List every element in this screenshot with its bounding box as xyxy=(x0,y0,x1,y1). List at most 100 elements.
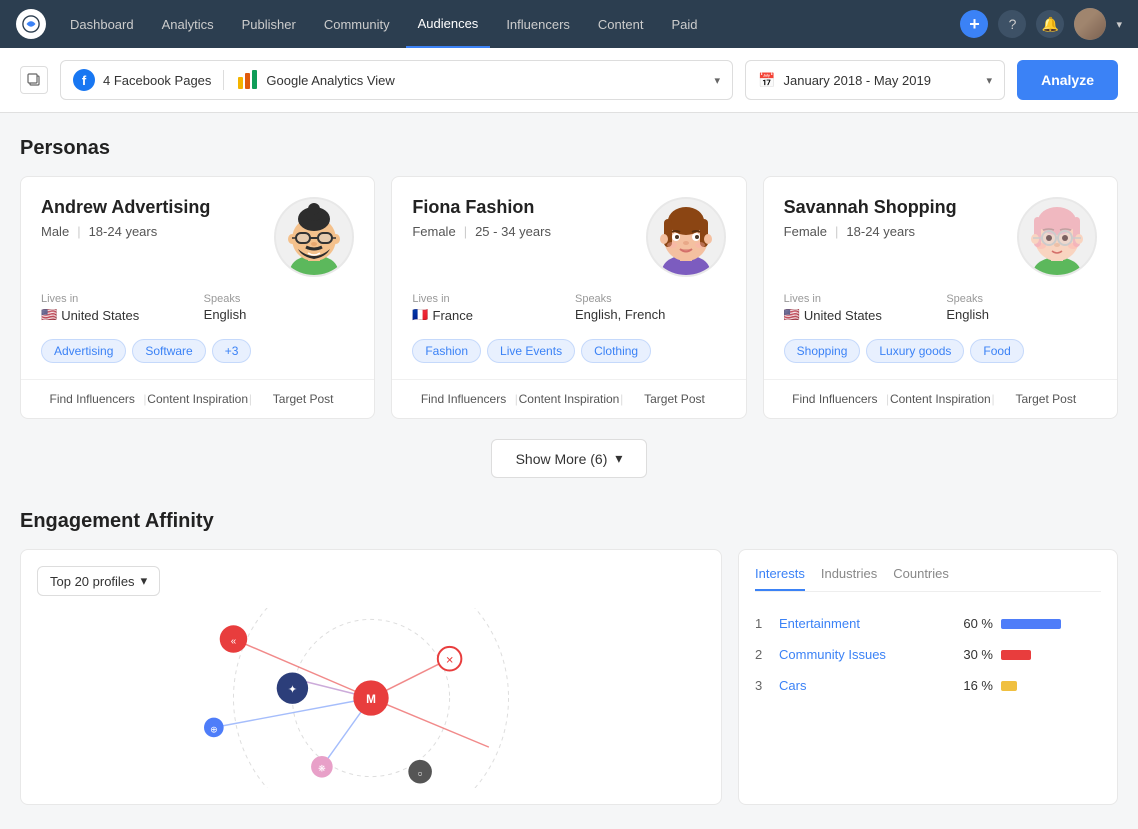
persona-info-andrew: Andrew Advertising Male | 18-24 years xyxy=(41,197,274,239)
andrew-content-inspiration[interactable]: Content Inspiration xyxy=(146,392,248,406)
interest-bar-2 xyxy=(1001,681,1017,691)
andrew-tags: Advertising Software +3 xyxy=(21,339,374,379)
interest-row-1: 2 Community Issues 30 % xyxy=(755,639,1101,670)
fiona-flag: 🇫🇷 xyxy=(412,307,428,323)
fiona-age: 25 - 34 years xyxy=(475,224,551,239)
nav-audiences[interactable]: Audiences xyxy=(406,0,491,48)
chart-toolbar: Top 20 profiles ▾ xyxy=(37,566,705,596)
persona-header-andrew: Andrew Advertising Male | 18-24 years xyxy=(21,177,374,293)
interest-rank-2: 3 xyxy=(755,678,771,693)
savannah-target-post[interactable]: Target Post xyxy=(995,392,1097,406)
show-more-container: Show More (6) ▾ xyxy=(20,439,1118,478)
savannah-country: United States xyxy=(804,308,882,323)
savannah-flag: 🇺🇸 xyxy=(784,307,800,323)
persona-details-fiona: Lives in 🇫🇷 France Speaks English, Frenc… xyxy=(392,293,745,339)
main-content: Personas Andrew Advertising Male | 18-24… xyxy=(0,113,1138,829)
nav-publisher[interactable]: Publisher xyxy=(230,0,308,48)
persona-info-fiona: Fiona Fashion Female | 25 - 34 years xyxy=(412,197,645,239)
nav-dashboard[interactable]: Dashboard xyxy=(58,0,146,48)
interest-name-2[interactable]: Cars xyxy=(779,678,945,693)
savannah-find-influencers[interactable]: Find Influencers xyxy=(784,392,886,406)
fiona-gender: Female xyxy=(412,224,455,239)
nav-influencers[interactable]: Influencers xyxy=(494,0,582,48)
savannah-tag-1: Luxury goods xyxy=(866,339,964,363)
nav-paid[interactable]: Paid xyxy=(659,0,709,48)
data-source-selector[interactable]: f 4 Facebook Pages Google Analytics View… xyxy=(60,60,733,100)
persona-card-savannah: Savannah Shopping Female | 18-24 years xyxy=(763,176,1118,419)
notifications-icon[interactable]: 🔔 xyxy=(1036,10,1064,38)
profiles-dropdown[interactable]: Top 20 profiles ▾ xyxy=(37,566,160,596)
persona-name-fiona: Fiona Fashion xyxy=(412,197,645,218)
persona-meta-andrew: Male | 18-24 years xyxy=(41,224,274,239)
svg-text:M: M xyxy=(366,693,376,706)
andrew-location: Lives in 🇺🇸 United States xyxy=(41,293,192,323)
calendar-icon: 📅 xyxy=(758,72,775,89)
andrew-target-post[interactable]: Target Post xyxy=(252,392,354,406)
fiona-content-inspiration[interactable]: Content Inspiration xyxy=(518,392,620,406)
tab-countries[interactable]: Countries xyxy=(893,566,949,591)
fiona-language: Speaks English, French xyxy=(575,293,726,323)
nav-analytics[interactable]: Analytics xyxy=(150,0,226,48)
interest-pct-1: 30 % xyxy=(953,647,993,662)
add-button[interactable]: + xyxy=(960,10,988,38)
copy-button[interactable] xyxy=(20,66,48,94)
interest-bar-1 xyxy=(1001,650,1031,660)
interest-row-2: 3 Cars 16 % xyxy=(755,670,1101,701)
tab-industries[interactable]: Industries xyxy=(821,566,877,591)
savannah-age: 18-24 years xyxy=(846,224,915,239)
interest-pct-0: 60 % xyxy=(953,616,993,631)
interest-name-0[interactable]: Entertainment xyxy=(779,616,945,631)
selector-divider xyxy=(223,70,224,90)
interest-rank-0: 1 xyxy=(755,616,771,631)
andrew-age: 18-24 years xyxy=(89,224,158,239)
interest-name-1[interactable]: Community Issues xyxy=(779,647,945,662)
svg-text:❋: ❋ xyxy=(318,764,326,774)
savannah-language: Speaks English xyxy=(946,293,1097,323)
persona-details-savannah: Lives in 🇺🇸 United States Speaks English xyxy=(764,293,1117,339)
persona-info-savannah: Savannah Shopping Female | 18-24 years xyxy=(784,197,1017,239)
fiona-tag-2: Clothing xyxy=(581,339,651,363)
show-more-button[interactable]: Show More (6) ▾ xyxy=(491,439,648,478)
ga-label: Google Analytics View xyxy=(266,73,394,88)
help-icon[interactable]: ? xyxy=(998,10,1026,38)
persona-meta-savannah: Female | 18-24 years xyxy=(784,224,1017,239)
andrew-tag-2: +3 xyxy=(212,339,252,363)
persona-header-fiona: Fiona Fashion Female | 25 - 34 years xyxy=(392,177,745,293)
andrew-country: United States xyxy=(61,308,139,323)
persona-header-savannah: Savannah Shopping Female | 18-24 years xyxy=(764,177,1117,293)
persona-name-savannah: Savannah Shopping xyxy=(784,197,1017,218)
selector-chevron: ▾ xyxy=(715,74,721,87)
show-more-chevron: ▾ xyxy=(615,450,622,467)
interest-bar-0 xyxy=(1001,619,1061,629)
svg-text:✕: ✕ xyxy=(445,656,453,667)
user-menu-chevron[interactable]: ▾ xyxy=(1116,18,1122,31)
interest-row-0: 1 Entertainment 60 % xyxy=(755,608,1101,639)
svg-text:✦: ✦ xyxy=(288,684,297,696)
analyze-button[interactable]: Analyze xyxy=(1017,60,1118,100)
savannah-content-inspiration[interactable]: Content Inspiration xyxy=(889,392,991,406)
andrew-tag-0: Advertising xyxy=(41,339,126,363)
personas-grid: Andrew Advertising Male | 18-24 years xyxy=(20,176,1118,419)
fb-pages-label: 4 Facebook Pages xyxy=(103,73,211,88)
personas-title: Personas xyxy=(20,137,1118,160)
fiona-speaks: English, French xyxy=(575,307,665,322)
nav-content[interactable]: Content xyxy=(586,0,656,48)
savannah-speaks: English xyxy=(946,307,989,322)
andrew-find-influencers[interactable]: Find Influencers xyxy=(41,392,143,406)
date-range-selector[interactable]: 📅 January 2018 - May 2019 ▾ xyxy=(745,60,1005,100)
fiona-tags: Fashion Live Events Clothing xyxy=(392,339,745,379)
fiona-target-post[interactable]: Target Post xyxy=(623,392,725,406)
tab-interests[interactable]: Interests xyxy=(755,566,805,591)
nav-community[interactable]: Community xyxy=(312,0,402,48)
interest-bar-container-2 xyxy=(1001,681,1101,691)
interest-rank-1: 2 xyxy=(755,647,771,662)
fiona-location: Lives in 🇫🇷 France xyxy=(412,293,563,323)
user-avatar[interactable] xyxy=(1074,8,1106,40)
fiona-country: France xyxy=(433,308,473,323)
fiona-find-influencers[interactable]: Find Influencers xyxy=(412,392,514,406)
savannah-tags: Shopping Luxury goods Food xyxy=(764,339,1117,379)
date-range-label: January 2018 - May 2019 xyxy=(784,73,979,88)
svg-text:○: ○ xyxy=(417,769,422,779)
nav-logo xyxy=(16,9,46,39)
toolbar: f 4 Facebook Pages Google Analytics View… xyxy=(0,48,1138,113)
